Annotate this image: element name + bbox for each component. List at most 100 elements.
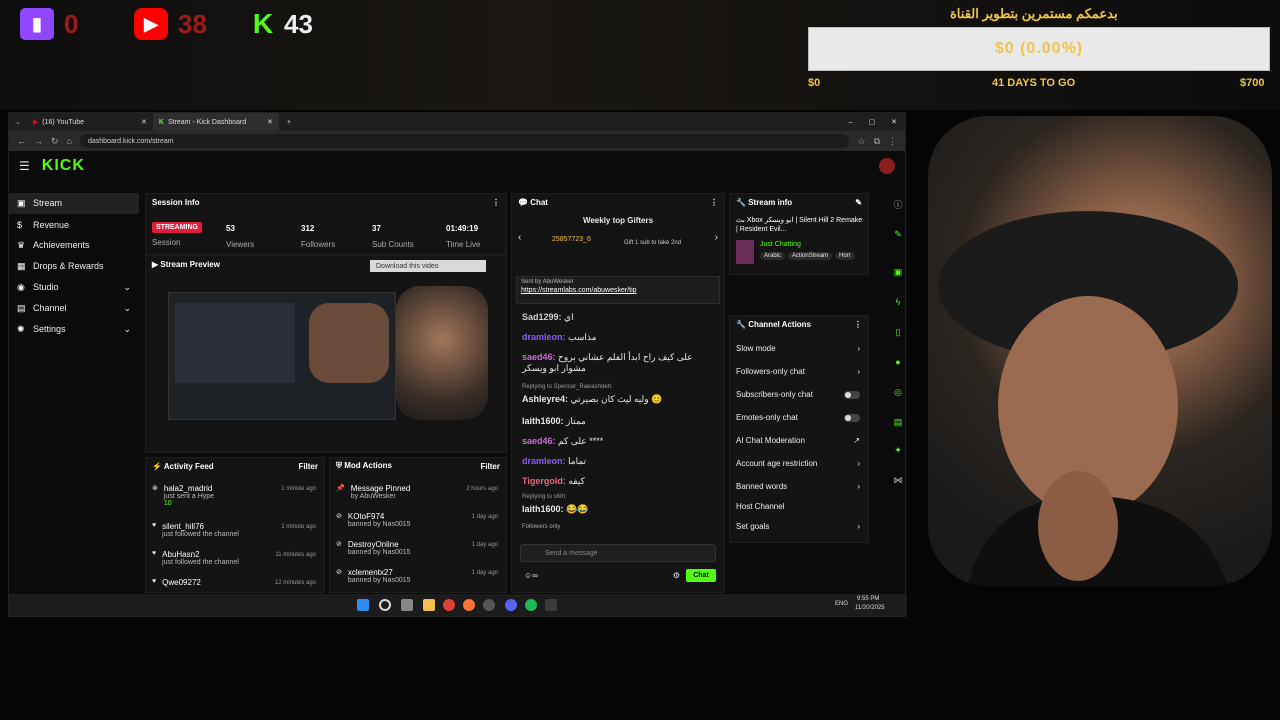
bookmark-icon[interactable]: ☆ (857, 136, 865, 147)
banned-words-row[interactable]: Banned words › (736, 482, 860, 491)
category-thumbnail (736, 240, 754, 264)
chevron-right-icon[interactable]: › (715, 232, 718, 243)
filter-button[interactable]: Filter (298, 462, 318, 471)
discord-icon[interactable] (505, 599, 517, 611)
pinned-link[interactable]: https://streamlabs.com/abuwesker/tip (517, 287, 719, 294)
tab-list-icon[interactable]: ⌄ (9, 118, 27, 126)
kick-icon: K (252, 8, 274, 39)
gift-icon: ▦ (17, 261, 26, 271)
document-icon[interactable]: ▯ (891, 325, 905, 339)
broadcast-icon[interactable]: ◎ (891, 385, 905, 399)
tag[interactable]: ActionStream (788, 252, 833, 260)
chat-text: مذاسب (568, 332, 597, 342)
tab-youtube[interactable]: ▶ (16) YouTube ✕ (27, 113, 153, 131)
reload-icon[interactable]: ↻ (51, 136, 59, 147)
slow-mode-row[interactable]: Slow mode › (736, 344, 860, 353)
edit-icon[interactable]: ✎ (855, 198, 862, 207)
account-age-row[interactable]: Account age restriction › (736, 459, 860, 468)
tool-icon[interactable]: ✦ (891, 443, 905, 457)
item-time: 11 minutes ago (275, 552, 316, 558)
webcam-feed (928, 116, 1272, 586)
language-indicator[interactable]: ENG (835, 601, 848, 607)
file-explorer-icon[interactable] (423, 599, 435, 611)
sidebar-label: Stream (33, 198, 63, 208)
send-chat-button[interactable]: Chat (686, 569, 716, 582)
extensions-icon[interactable]: ⧉ (874, 136, 880, 147)
chat-input[interactable]: Send a message (520, 544, 716, 562)
more-icon[interactable]: ⋮ (854, 320, 862, 329)
followers-only-row[interactable]: Followers-only chat › (736, 367, 860, 376)
obs-icon[interactable] (483, 599, 495, 611)
tab-kick[interactable]: K Stream - Kick Dashboard ✕ (152, 113, 279, 131)
close-tab-icon[interactable]: ✕ (267, 118, 273, 126)
category-label[interactable]: Just Chatting (760, 241, 801, 248)
chat-message: laith1600: ممتاز (522, 416, 586, 427)
back-icon[interactable]: ← (17, 136, 26, 146)
chat-user: saed46: (522, 436, 556, 446)
goal-progress-bar: $0 (0.00%) (808, 27, 1270, 71)
pencil-icon[interactable]: ✎ (891, 227, 905, 241)
more-icon[interactable]: ⋮ (710, 198, 718, 207)
forward-icon[interactable]: → (34, 136, 43, 146)
windows-start-icon[interactable] (357, 599, 369, 611)
message-icon[interactable]: ● (891, 355, 905, 369)
sidebar-item-achievements[interactable]: ♛ Achievements (9, 235, 139, 256)
ai-moderation-row[interactable]: AI Chat Moderation ↗ (736, 436, 860, 445)
sidebar-item-drops[interactable]: ▦ Drops & Rewards (9, 256, 139, 277)
more-icon[interactable]: ⋮ (492, 198, 500, 207)
host-channel-row[interactable]: Host Channel (736, 502, 860, 511)
url-input[interactable]: dashboard.kick.com/stream (79, 134, 850, 148)
lightning-icon[interactable]: ϟ (891, 295, 905, 309)
chevron-right-icon: › (857, 344, 860, 353)
info-icon[interactable]: ⓘ (891, 197, 905, 211)
set-goals-row[interactable]: Set goals › (736, 522, 860, 531)
emote-icon[interactable]: ☺∞ (524, 571, 538, 580)
settings-icon[interactable]: ⚙ (673, 571, 680, 580)
filter-button[interactable]: Filter (480, 462, 500, 471)
sidebar-item-settings[interactable]: ✺ Settings ⌄ (9, 319, 139, 340)
home-icon[interactable]: ⌂ (67, 136, 72, 146)
spotify-icon[interactable] (525, 599, 537, 611)
sidebar-item-channel[interactable]: ▤ Channel ⌄ (9, 298, 139, 319)
sidebar-item-stream[interactable]: ▣ Stream (9, 193, 139, 214)
layout-icon[interactable]: ▤ (891, 415, 905, 429)
chevron-right-icon: › (857, 522, 860, 531)
tag[interactable]: Arabic (760, 252, 786, 260)
sidebar-item-studio[interactable]: ◉ Studio ⌄ (9, 277, 139, 298)
chevron-left-icon[interactable]: ‹ (518, 232, 521, 243)
time-value: 01:49:19 (446, 224, 479, 233)
firefox-icon[interactable] (463, 599, 475, 611)
item-name: Qwe09272 (162, 578, 201, 587)
subscribers-only-toggle[interactable] (844, 390, 860, 399)
avatar[interactable] (879, 158, 895, 174)
chrome-icon[interactable] (443, 599, 455, 611)
download-video-button[interactable]: Download this video (370, 260, 486, 272)
action-label: Emotes-only chat (736, 413, 798, 422)
new-tab-icon[interactable]: + (279, 119, 299, 126)
stream-overlay: ▮ 0 ▶ 38 K 43 بدعمكم مستمرين بتطوير القن… (0, 0, 1280, 110)
chat-message: saed46: على كم **** (522, 436, 603, 447)
search-icon[interactable] (379, 599, 391, 611)
sidebar-item-revenue[interactable]: $ Revenue (9, 214, 139, 235)
maximize-icon[interactable]: ▢ (861, 118, 884, 126)
pin-icon: 📌 (336, 485, 345, 492)
list-item: ♥ AbuHasn2 just followed the channel (152, 550, 239, 566)
minimize-icon[interactable]: – (841, 119, 861, 126)
preview-webcam (309, 303, 389, 383)
task-view-icon[interactable] (401, 599, 413, 611)
menu-icon[interactable]: ⋮ (888, 136, 897, 147)
item-name: hala2_madrid (163, 484, 213, 493)
chat-user: Sad1299: (522, 312, 562, 322)
subs-value: 37 (372, 224, 381, 233)
close-tab-icon[interactable]: ✕ (141, 118, 147, 126)
share-icon[interactable]: ⋈ (891, 473, 905, 487)
emotes-only-toggle[interactable] (844, 413, 860, 422)
subs-label: Sub Counts (372, 240, 414, 249)
pinned-message[interactable]: Sent by AbuWesker https://streamlabs.com… (516, 276, 720, 304)
app-icon[interactable] (545, 599, 557, 611)
close-window-icon[interactable]: ✕ (883, 118, 905, 126)
hamburger-icon[interactable]: ☰ (19, 159, 30, 173)
camera-icon[interactable]: ▣ (891, 265, 905, 279)
kick-logo[interactable]: KICK (42, 157, 85, 175)
tag[interactable]: Horr (835, 252, 855, 260)
